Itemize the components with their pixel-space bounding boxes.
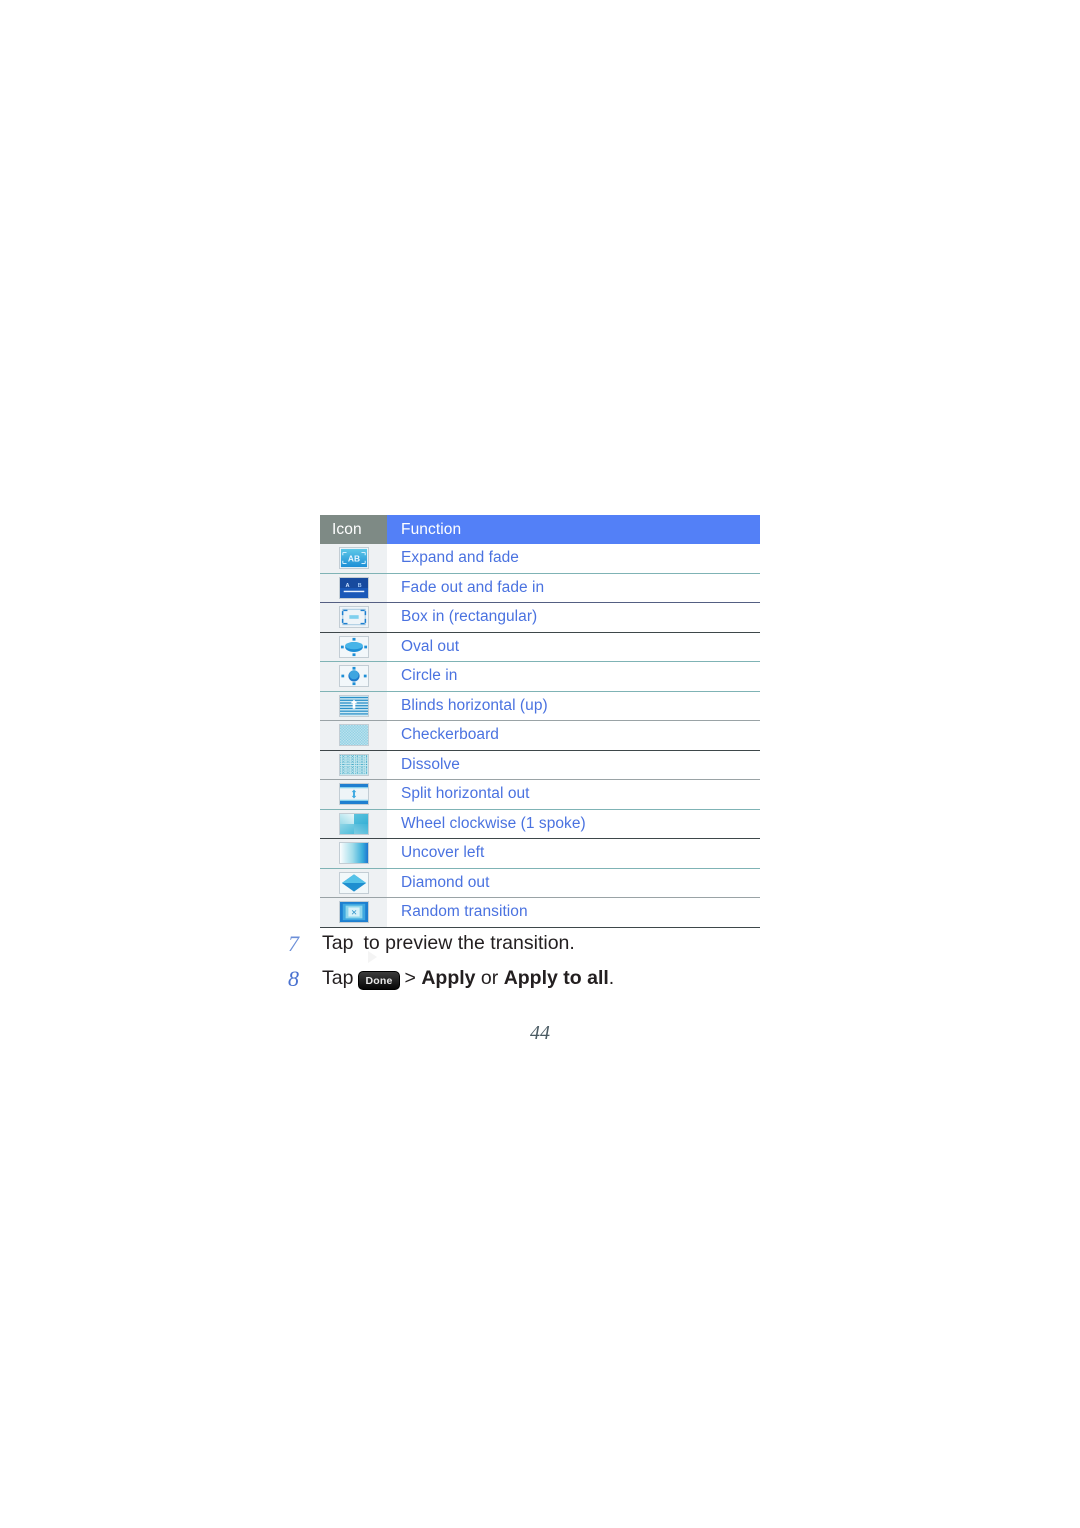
page-number: 44 xyxy=(530,1022,550,1044)
step-separator: > xyxy=(404,966,416,989)
table-cell-function: Fade out and fade in xyxy=(387,573,760,602)
box-in-rectangular-icon xyxy=(338,606,369,629)
step-text: Tap to preview the transition. xyxy=(322,932,575,955)
table-cell-function: Dissolve xyxy=(387,750,760,779)
svg-text:A: A xyxy=(345,583,349,589)
step-text-after: to preview the transition. xyxy=(363,932,575,954)
table-cell-function: Blinds horizontal (up) xyxy=(387,691,760,720)
table-row: Blinds horizontal (up) xyxy=(320,691,760,721)
table-cell-function: Random transition xyxy=(387,898,760,927)
table-row: Split horizontal out xyxy=(320,780,760,810)
table-cell-icon: AB xyxy=(320,544,387,573)
blinds-horizontal-up-icon xyxy=(338,694,369,717)
table-cell-icon xyxy=(320,839,387,868)
document-page: Icon Function AB Expand and fade A B Fad… xyxy=(0,0,1080,1528)
table-cell-icon: ✕ xyxy=(320,898,387,927)
table-row: Dissolve xyxy=(320,750,760,780)
transitions-table: Icon Function AB Expand and fade A B Fad… xyxy=(320,515,760,928)
oval-out-icon xyxy=(338,635,369,658)
table-row: Checkerboard xyxy=(320,721,760,751)
table-row: Wheel clockwise (1 spoke) xyxy=(320,809,760,839)
uncover-left-icon xyxy=(338,842,369,865)
done-button-icon[interactable]: Done xyxy=(358,967,400,991)
done-button-label: Done xyxy=(358,971,400,991)
table-cell-function: Oval out xyxy=(387,632,760,661)
table-cell-function: Box in (rectangular) xyxy=(387,603,760,632)
table-cell-function: Wheel clockwise (1 spoke) xyxy=(387,809,760,838)
apply-to-all-label: Apply to all xyxy=(503,966,609,989)
random-transition-icon: ✕ xyxy=(338,901,369,924)
table-header-row: Icon Function xyxy=(320,515,760,544)
table-cell-function: Checkerboard xyxy=(387,721,760,750)
table-cell-icon xyxy=(320,662,387,691)
table-cell-function: Diamond out xyxy=(387,868,760,897)
table-row: Diamond out xyxy=(320,868,760,898)
svg-text:AB: AB xyxy=(347,554,359,564)
table-cell-icon xyxy=(320,603,387,632)
table-cell-icon xyxy=(320,691,387,720)
step-number: 8 xyxy=(288,965,299,991)
table-cell-icon xyxy=(320,750,387,779)
svg-text:B: B xyxy=(357,583,361,589)
table-cell-function: Split horizontal out xyxy=(387,780,760,809)
table-row: Box in (rectangular) xyxy=(320,603,760,633)
apply-label: Apply xyxy=(421,966,476,989)
split-horizontal-out-icon xyxy=(338,783,369,806)
table-row: A B Fade out and fade in xyxy=(320,573,760,603)
checkerboard-icon xyxy=(338,724,369,747)
diamond-out-icon xyxy=(338,871,369,894)
table-cell-function: Expand and fade xyxy=(387,544,760,573)
step-text: Tap Done > Apply or Apply to all. xyxy=(322,967,614,991)
svg-text:✕: ✕ xyxy=(350,909,356,918)
step-8: 8 Tap Done > Apply or Apply to all. xyxy=(288,961,888,996)
step-7: 7 Tap to preview the transition. xyxy=(288,926,888,961)
circle-in-icon xyxy=(338,665,369,688)
table-cell-function: Circle in xyxy=(387,662,760,691)
table-cell-icon xyxy=(320,868,387,897)
table-header-icon: Icon xyxy=(320,515,387,544)
table-row: Circle in xyxy=(320,662,760,692)
table-row: Oval out xyxy=(320,632,760,662)
table-cell-function: Uncover left xyxy=(387,839,760,868)
table-cell-icon xyxy=(320,780,387,809)
step-number: 7 xyxy=(288,930,299,956)
table-cell-icon xyxy=(320,809,387,838)
table-cell-icon xyxy=(320,721,387,750)
step-text-before: Tap xyxy=(322,932,354,954)
or-label: or xyxy=(480,966,499,989)
step-period: . xyxy=(608,966,615,989)
table-header-function: Function xyxy=(387,515,760,544)
expand-and-fade-icon: AB xyxy=(338,547,369,570)
fade-out-and-fade-in-icon: A B xyxy=(338,576,369,599)
table-row: ✕ Random transition xyxy=(320,898,760,928)
table-row: AB Expand and fade xyxy=(320,544,760,574)
step-text-before: Tap xyxy=(322,966,354,989)
table-cell-icon: A B xyxy=(320,573,387,602)
table-body: AB Expand and fade A B Fade out and fade… xyxy=(320,544,760,928)
table-row: Uncover left xyxy=(320,839,760,869)
table-cell-icon xyxy=(320,632,387,661)
wheel-clockwise-1-spoke-icon xyxy=(338,812,369,835)
instruction-steps: 7 Tap to preview the transition. 8 Tap Don… xyxy=(288,926,888,996)
dissolve-icon xyxy=(338,753,369,776)
